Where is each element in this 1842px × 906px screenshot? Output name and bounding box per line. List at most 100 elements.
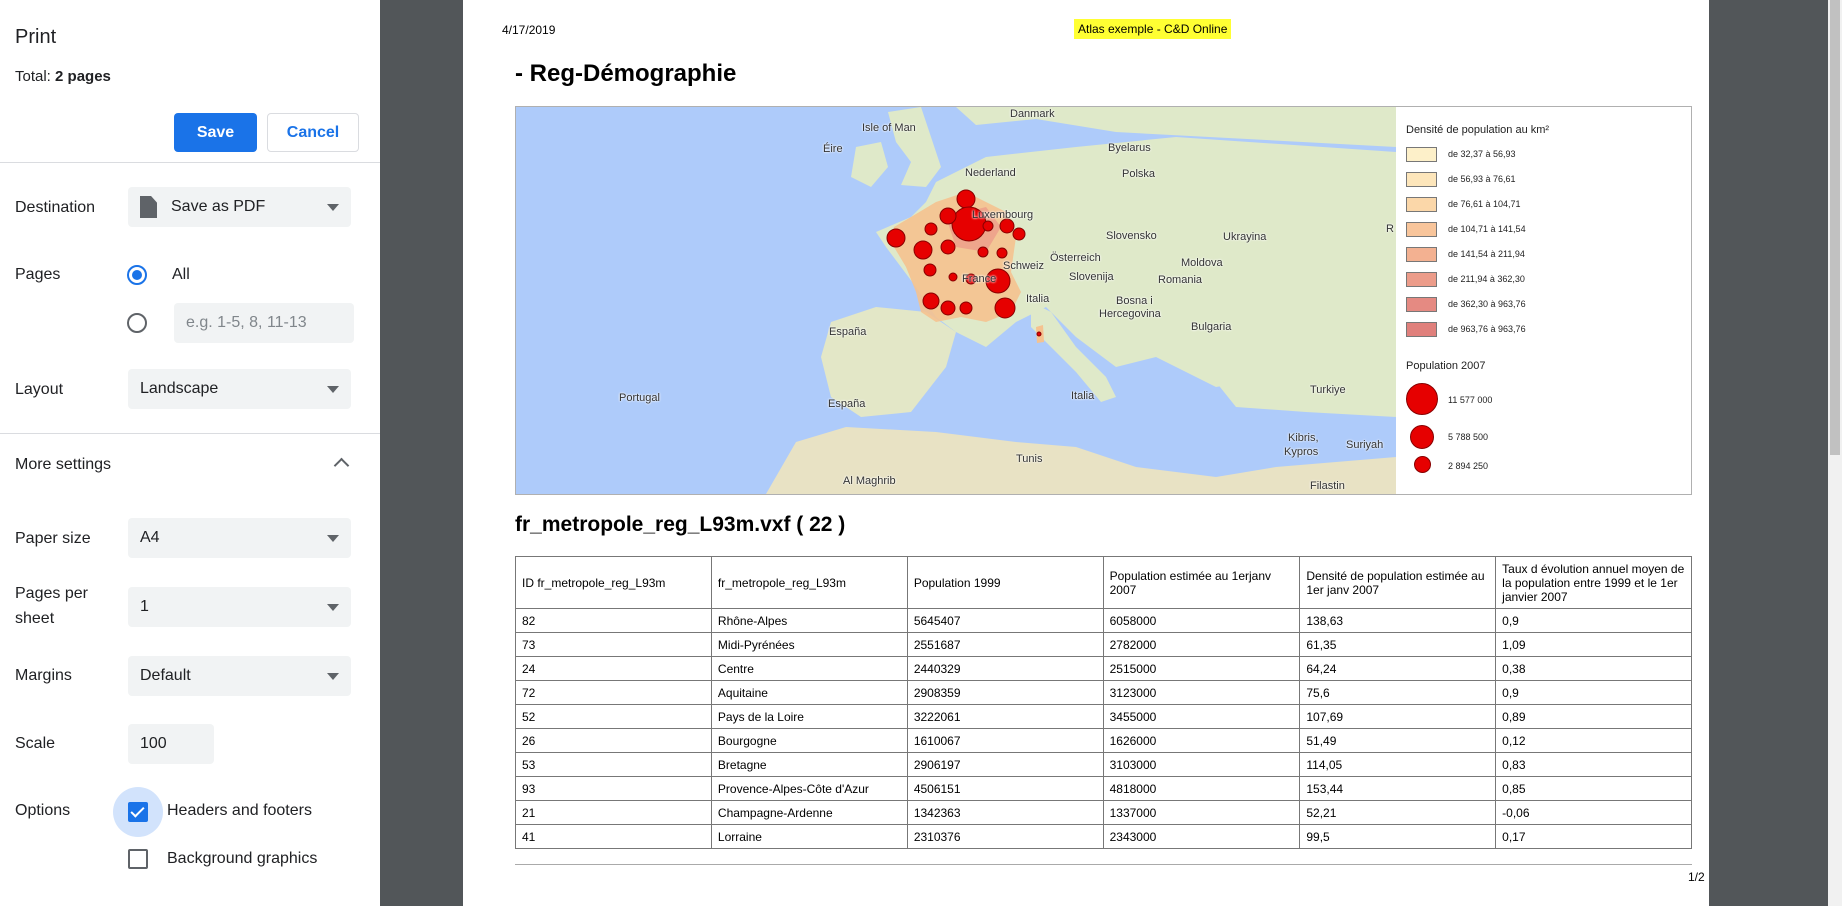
map-label: Al Maghrib — [843, 475, 896, 487]
table-cell: 53 — [515, 752, 712, 777]
table-cell: 93 — [515, 776, 712, 801]
table-cell: 51,49 — [1299, 728, 1497, 753]
total-value: 2 pages — [55, 68, 111, 85]
legend-swatch — [1406, 147, 1437, 162]
table-cell: -0,06 — [1495, 800, 1692, 825]
map-image — [516, 107, 1396, 494]
table-cell: 82 — [515, 608, 712, 633]
pages-per-sheet-label-2: sheet — [15, 610, 55, 627]
table-cell: 2515000 — [1102, 656, 1301, 681]
bubble — [886, 228, 906, 248]
table-row: 52 Pays de la Loire 3222061 3455000 107,69 0,… — [515, 704, 1692, 729]
map-label: Italia — [1026, 293, 1050, 305]
map-label: Isle of Man — [862, 122, 916, 134]
pages-per-sheet-select[interactable]: 1 — [128, 587, 351, 627]
footer-divider — [515, 864, 1692, 865]
headers-footers-checkbox[interactable] — [128, 802, 148, 822]
legend-swatch — [1406, 247, 1437, 262]
header-title: Atlas exemple - C&D Online — [1074, 19, 1232, 39]
more-settings-toggle[interactable]: More settings — [15, 456, 111, 474]
save-button[interactable]: Save — [174, 113, 257, 152]
legend-swatch-label: de 104,71 à 141,54 — [1448, 224, 1526, 234]
table-cell: 0,83 — [1495, 752, 1692, 777]
paper-size-value: A4 — [140, 529, 160, 546]
bubble — [922, 292, 940, 310]
map-label: Ukrayina — [1223, 231, 1267, 243]
map-label: Hercegovina — [1099, 308, 1161, 320]
bubble — [994, 297, 1016, 319]
legend-swatch — [1406, 322, 1437, 337]
table-header-row: ID fr_metropole_reg_L93m fr_metropole_re… — [515, 556, 1692, 609]
layout-select[interactable]: Landscape — [128, 369, 351, 409]
table-cell: 3455000 — [1102, 704, 1301, 729]
pages-all-label: All — [172, 266, 190, 283]
map-label: Portugal — [619, 392, 660, 404]
pages-custom-radio[interactable] — [127, 313, 147, 333]
map-label: Nederland — [965, 167, 1016, 179]
map-label: Tunis — [1016, 453, 1043, 465]
pages-label: Pages — [15, 266, 61, 283]
table-cell: Lorraine — [710, 824, 908, 849]
table-cell: 0,12 — [1495, 728, 1692, 753]
destination-select[interactable]: Save as PDF — [128, 187, 351, 227]
cancel-button[interactable]: Cancel — [267, 113, 359, 152]
background-graphics-checkbox[interactable] — [128, 849, 148, 869]
table-cell: Bourgogne — [710, 728, 908, 753]
legend-density-title: Densité de population au km² — [1406, 124, 1550, 136]
bubble — [977, 246, 989, 258]
column-header: fr_metropole_reg_L93m — [710, 556, 908, 609]
options-label: Options — [15, 802, 71, 819]
legend-bubble-small — [1414, 456, 1431, 473]
margins-select[interactable]: Default — [128, 656, 351, 696]
table-row: 73 Midi-Pyrénées 2551687 2782000 61,35 1,09 — [515, 632, 1692, 657]
table-cell: 41 — [515, 824, 712, 849]
pages-all-radio[interactable] — [127, 265, 147, 285]
legend-swatch-label: de 76,61 à 104,71 — [1448, 199, 1521, 209]
map-label: Éire — [823, 143, 843, 155]
table-cell: 64,24 — [1299, 656, 1497, 681]
legend-swatch — [1406, 197, 1437, 212]
map-label: Byelarus — [1108, 142, 1151, 154]
column-header: Taux d évolution annuel moyen de la popu… — [1495, 556, 1692, 609]
table-cell: 0,9 — [1495, 608, 1692, 633]
map-label: Polska — [1122, 168, 1156, 180]
pages-custom-input[interactable] — [174, 303, 354, 343]
table-cell: 0,38 — [1495, 656, 1692, 681]
table-cell: 0,89 — [1495, 704, 1692, 729]
map-label: Filastin — [1310, 480, 1345, 492]
table-body: 82 Rhône-Alpes 5645407 6058000 138,63 0,9 73 Mi… — [515, 608, 1692, 849]
scrollbar-thumb[interactable] — [1830, 0, 1840, 455]
table-cell: 99,5 — [1299, 824, 1497, 849]
table-cell: 1,09 — [1495, 632, 1692, 657]
background-graphics-label: Background graphics — [167, 850, 318, 867]
table-cell: Midi-Pyrénées — [710, 632, 908, 657]
map-label: Schweiz — [1003, 260, 1044, 272]
table-cell: 3103000 — [1102, 752, 1301, 777]
margins-value: Default — [140, 667, 191, 684]
bubble — [1012, 227, 1026, 241]
table-cell: 26 — [515, 728, 712, 753]
caret-down-icon — [327, 535, 339, 542]
caret-down-icon — [327, 386, 339, 393]
table-cell: 75,6 — [1299, 680, 1497, 705]
table-cell: 2908359 — [906, 680, 1104, 705]
table-cell: 52 — [515, 704, 712, 729]
caret-down-icon — [327, 604, 339, 611]
pages-per-sheet-label-1: Pages per — [15, 585, 88, 602]
caret-down-icon — [327, 673, 339, 680]
table-cell: 1342363 — [906, 800, 1104, 825]
preview-scrollbar[interactable] — [1828, 0, 1842, 906]
bubble — [923, 263, 937, 277]
map-label: Österreich — [1050, 252, 1101, 264]
scale-input[interactable]: 100 — [128, 724, 214, 764]
map-label: Bulgaria — [1191, 321, 1232, 333]
total-pages: Total: 2 pages — [15, 68, 111, 85]
page-title: - Reg-Démographie — [515, 60, 737, 87]
table-cell: 4818000 — [1102, 776, 1301, 801]
legend-swatch — [1406, 297, 1437, 312]
table-cell: 24 — [515, 656, 712, 681]
chevron-up-icon[interactable] — [333, 457, 350, 474]
map-label: Danmark — [1010, 108, 1055, 120]
paper-size-select[interactable]: A4 — [128, 518, 351, 558]
table-cell: 4506151 — [906, 776, 1104, 801]
